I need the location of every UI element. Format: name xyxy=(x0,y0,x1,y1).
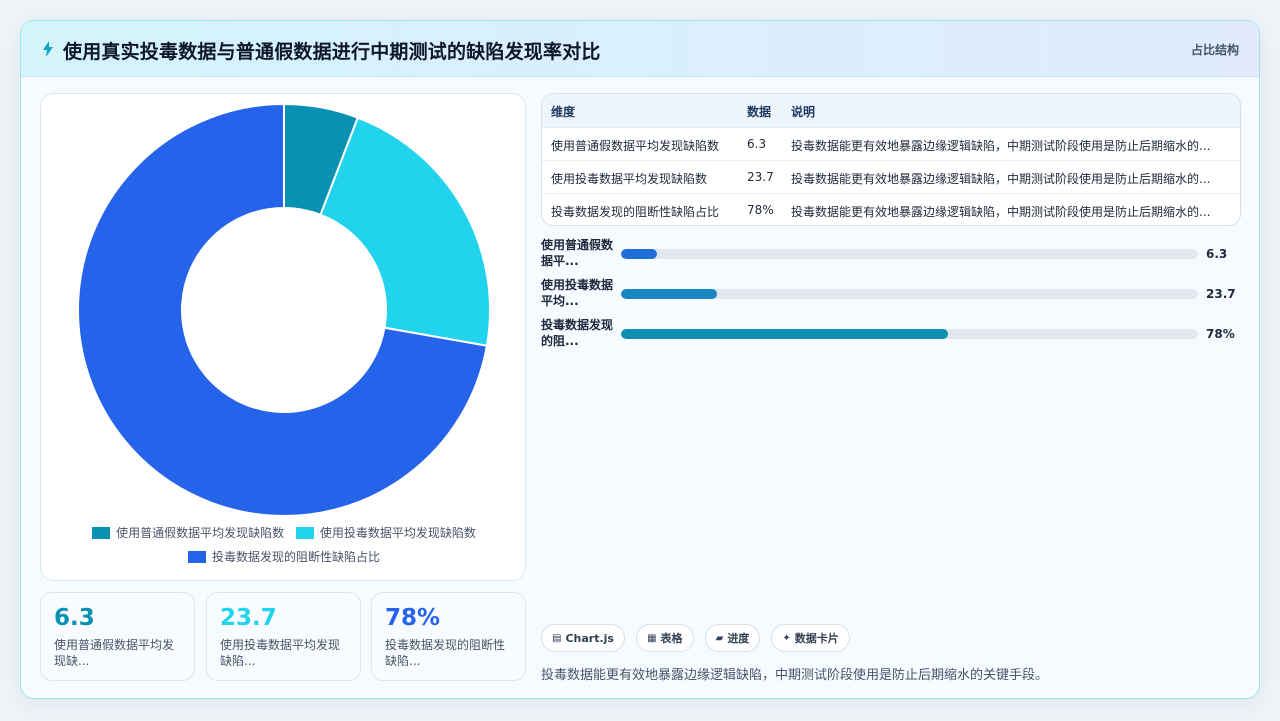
table-cell-dimension: 投毒数据发现的阻断性缺陷占比 xyxy=(551,205,720,219)
data-table: 维度 数据 说明 使用普通假数据平均发现缺陷数 6.3 投毒数据能更有效地暴露边… xyxy=(541,93,1241,226)
view-chips: ▤ Chart.js ▦ 表格 ▰ 进度 ✦ 数据卡片 xyxy=(541,624,856,652)
chart-icon: ▤ xyxy=(552,632,562,644)
donut-chart xyxy=(77,102,491,517)
legend-item-1[interactable]: 使用普通假数据平均发现缺陷数 xyxy=(92,522,284,544)
progress-row-1: 使用普通假数据平... 6.3 xyxy=(541,237,1241,273)
card-header: 使用真实投毒数据与普通假数据进行中期测试的缺陷发现率对比 占比结构 xyxy=(21,21,1259,77)
table-row: 投毒数据发现的阻断性缺陷占比 78% 投毒数据能更有效地暴露边缘逻辑缺陷，中期测… xyxy=(542,193,1240,225)
stat-card-3: 78% 投毒数据发现的阻断性缺陷... xyxy=(371,592,526,681)
chart-legend: 使用普通假数据平均发现缺陷数 使用投毒数据平均发现缺陷数 投毒数据发现的阻断性缺… xyxy=(41,522,527,570)
legend-label-2: 使用投毒数据平均发现缺陷数 xyxy=(319,526,476,540)
legend-label-1: 使用普通假数据平均发现缺陷数 xyxy=(116,526,285,540)
progress-track-1 xyxy=(621,249,1198,259)
table-row: 使用投毒数据平均发现缺陷数 23.7 投毒数据能更有效地暴露边缘逻辑缺陷，中期测… xyxy=(542,160,1240,193)
table-row: 使用普通假数据平均发现缺陷数 6.3 投毒数据能更有效地暴露边缘逻辑缺陷，中期测… xyxy=(542,127,1240,160)
legend-swatch-2 xyxy=(295,527,314,539)
progress-value-3: 78% xyxy=(1206,327,1235,341)
chip-label: 表格 xyxy=(660,632,683,645)
progress-label-1: 使用普通假数据平... xyxy=(541,238,614,268)
table-cell-description: 投毒数据能更有效地暴露边缘逻辑缺陷，中期测试阶段使用是防止后期缩水的... xyxy=(791,205,1211,219)
footer-note: 投毒数据能更有效地暴露边缘逻辑缺陷，中期测试阶段使用是防止后期缩水的关键手段。 xyxy=(541,668,1049,683)
legend-label-3: 投毒数据发现的阻断性缺陷占比 xyxy=(211,550,380,564)
stat-label-2: 使用投毒数据平均发现缺陷... xyxy=(220,638,341,668)
stat-label-3: 投毒数据发现的阻断性缺陷... xyxy=(385,638,506,668)
dashboard-card: 使用真实投毒数据与普通假数据进行中期测试的缺陷发现率对比 占比结构 使用普通假数… xyxy=(20,20,1260,699)
stat-value-3: 78% xyxy=(385,605,441,631)
stat-label-1: 使用普通假数据平均发现缺... xyxy=(54,638,175,668)
stat-value-2: 23.7 xyxy=(220,605,277,631)
table-cell-description: 投毒数据能更有效地暴露边缘逻辑缺陷，中期测试阶段使用是防止后期缩水的... xyxy=(791,172,1211,186)
sparkle-icon: ✦ xyxy=(782,632,791,644)
chip-data-cards[interactable]: ✦ 数据卡片 xyxy=(771,624,850,652)
progress-track-3 xyxy=(621,329,1198,339)
legend-swatch-3 xyxy=(187,551,206,563)
chip-chartjs[interactable]: ▤ Chart.js xyxy=(541,624,625,652)
table-cell-data: 23.7 xyxy=(747,170,774,184)
progress-row-2: 使用投毒数据平均... 23.7 xyxy=(541,277,1241,313)
table-icon: ▦ xyxy=(647,632,657,644)
donut-chart-panel: 使用普通假数据平均发现缺陷数 使用投毒数据平均发现缺陷数 投毒数据发现的阻断性缺… xyxy=(40,93,526,581)
progress-row-3: 投毒数据发现的阻... 78% xyxy=(541,317,1241,353)
table-header-row: 维度 数据 说明 xyxy=(542,94,1240,127)
chip-label: 数据卡片 xyxy=(794,632,839,645)
table-header-description: 说明 xyxy=(791,105,816,119)
table-cell-description: 投毒数据能更有效地暴露边缘逻辑缺陷，中期测试阶段使用是防止后期缩水的... xyxy=(791,139,1211,153)
table-header-dimension: 维度 xyxy=(551,105,576,119)
progress-icon: ▰ xyxy=(715,632,724,644)
stat-value-1: 6.3 xyxy=(54,605,95,631)
table-header-data: 数据 xyxy=(747,105,772,119)
table-cell-dimension: 使用普通假数据平均发现缺陷数 xyxy=(551,139,720,153)
stat-card-2: 23.7 使用投毒数据平均发现缺陷... xyxy=(206,592,361,681)
chip-label: Chart.js xyxy=(565,631,614,645)
progress-fill-3 xyxy=(621,329,949,339)
legend-swatch-1 xyxy=(92,527,111,539)
progress-label-3: 投毒数据发现的阻... xyxy=(541,318,614,348)
progress-label-2: 使用投毒数据平均... xyxy=(541,278,614,308)
lightning-icon xyxy=(43,41,53,57)
legend-item-2[interactable]: 使用投毒数据平均发现缺陷数 xyxy=(295,522,476,544)
chip-table[interactable]: ▦ 表格 xyxy=(636,624,694,652)
page-title: 使用真实投毒数据与普通假数据进行中期测试的缺陷发现率对比 xyxy=(63,41,601,63)
stat-card-1: 6.3 使用普通假数据平均发现缺... xyxy=(40,592,195,681)
progress-value-1: 6.3 xyxy=(1206,247,1228,261)
chip-label: 进度 xyxy=(727,632,750,645)
legend-item-3[interactable]: 投毒数据发现的阻断性缺陷占比 xyxy=(187,546,380,568)
progress-value-2: 23.7 xyxy=(1206,287,1236,301)
table-cell-data: 6.3 xyxy=(747,137,767,151)
table-cell-dimension: 使用投毒数据平均发现缺陷数 xyxy=(551,172,708,186)
progress-fill-1 xyxy=(621,249,658,259)
progress-track-2 xyxy=(621,289,1198,299)
table-cell-data: 78% xyxy=(747,203,774,217)
donut-slice-2[interactable] xyxy=(319,116,491,347)
chip-progress[interactable]: ▰ 进度 xyxy=(704,624,761,652)
chart-type-tag: 占比结构 xyxy=(1190,43,1239,57)
progress-fill-2 xyxy=(621,289,718,299)
